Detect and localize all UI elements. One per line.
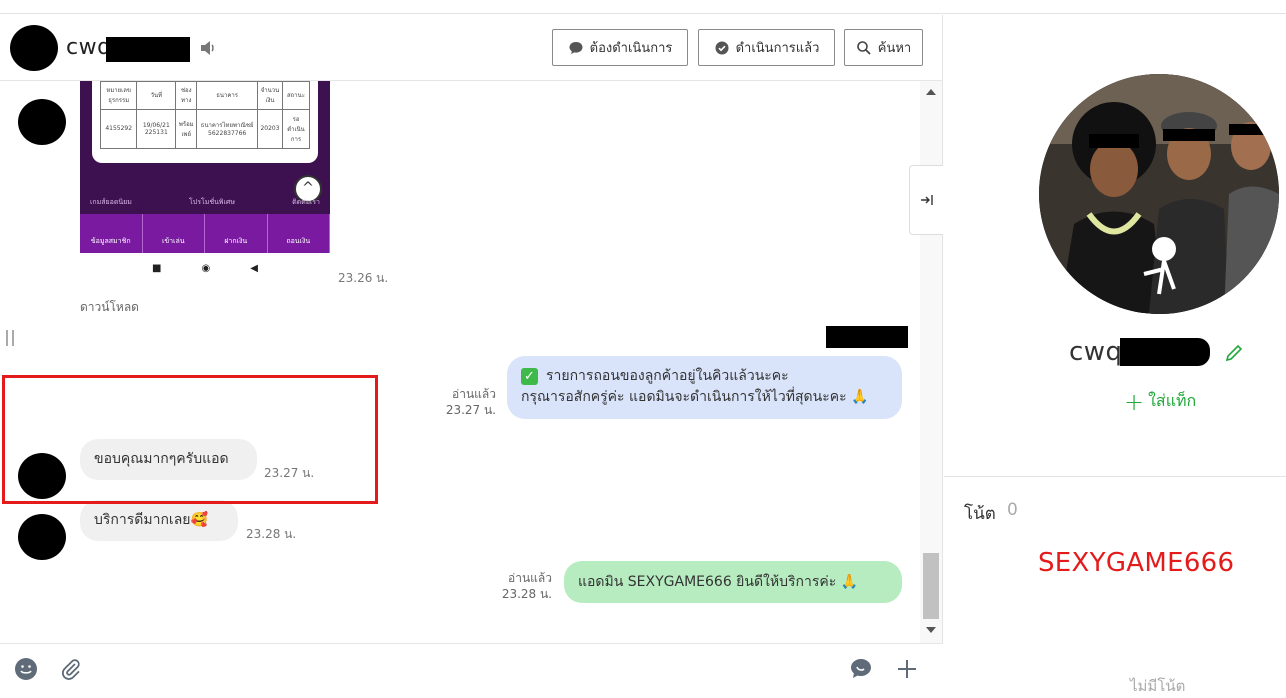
redaction-bar — [1120, 338, 1210, 366]
plus-icon: + — [1124, 387, 1145, 416]
plus-icon — [898, 660, 916, 678]
collapse-panel-icon — [920, 195, 933, 205]
note-annotation: SEXYGAME666 — [1038, 548, 1235, 578]
attach-button[interactable] — [58, 656, 84, 682]
contact-name[interactable]: cwq — [66, 35, 112, 60]
message-time: 23.28 น. — [501, 587, 552, 601]
profile-name: cwq — [1069, 337, 1123, 367]
screenshot-tab: ฝากเงิน — [205, 214, 268, 253]
circle-icon: ◉ — [201, 262, 211, 274]
read-receipt: อ่านแล้ว 23.28 น. — [496, 570, 552, 602]
divider — [944, 476, 1286, 477]
incoming-message[interactable]: บริการดีมากเลย🥰 — [80, 500, 238, 541]
emoji-button[interactable] — [13, 656, 39, 682]
message-time: 23.27 น. — [445, 403, 496, 417]
scroll-down-arrow-icon[interactable] — [926, 627, 936, 633]
screenshot-menu-item: เกมส์ยอดนิยม — [90, 198, 132, 206]
todo-label: ต้องดำเนินการ — [589, 41, 673, 56]
done-label: ดำเนินการแล้ว — [735, 41, 820, 56]
back-icon: ◀ — [250, 262, 258, 274]
table-cell: จำนวนเงิน — [256, 81, 284, 110]
screenshot-table: หมายเลขธุรกรรม วันที่ ช่องทาง ธนาคาร จำน… — [99, 81, 310, 150]
square-icon: ■ — [152, 262, 162, 274]
speaker-icon[interactable] — [199, 39, 217, 57]
chat-icon — [851, 659, 871, 678]
table-cell: วันที่ — [136, 81, 177, 110]
table-cell: 20203 — [256, 108, 284, 150]
chat-header: cwq ต้องดำเนินการ ดำเนินการแล้ว ค้นหา — [0, 15, 943, 81]
check-box-icon: ✓ — [521, 368, 538, 385]
read-receipt: อ่านแล้ว 23.27 น. — [440, 386, 496, 418]
table-cell: พร้อมเพย์ — [175, 108, 198, 150]
search-button[interactable]: ค้นหา — [844, 29, 923, 66]
search-label: ค้นหา — [877, 41, 912, 56]
outgoing-message[interactable]: แอดมิน SEXYGAME666 ยินดีให้บริการค่ะ 🙏 — [564, 561, 902, 603]
contact-avatar[interactable] — [10, 25, 58, 71]
table-cell: สถานะ — [282, 81, 310, 110]
more-button[interactable] — [894, 656, 920, 682]
note-count: 0 — [1007, 500, 1018, 520]
profile-photo-image — [1039, 74, 1279, 314]
pencil-icon[interactable] — [1224, 343, 1244, 363]
done-button[interactable]: ดำเนินการแล้ว — [698, 29, 835, 66]
table-cell: ช่องทาง — [175, 81, 198, 110]
note-label: โน้ต — [964, 504, 996, 524]
highlight-box — [2, 375, 378, 504]
image-message[interactable]: หมายเลขธุรกรรม วันที่ ช่องทาง ธนาคาร จำน… — [80, 81, 330, 283]
message-text: กรุณารอสักครู่ค่ะ แอดมินจะดำเนินการให้ไว… — [521, 389, 869, 405]
chat-panel: cwq ต้องดำเนินการ ดำเนินการแล้ว ค้นหา หม… — [0, 15, 943, 694]
redaction-bar — [826, 326, 908, 348]
scroll-thumb[interactable] — [923, 553, 939, 619]
message-list: หมายเลขธุรกรรม วันที่ ช่องทาง ธนาคาร จำน… — [0, 81, 920, 643]
redaction-bar — [106, 37, 190, 62]
quick-reply-button[interactable] — [848, 656, 874, 682]
message-text: รายการถอนของลูกค้าอยู่ในคิวแล้วนะคะ — [546, 368, 789, 384]
add-tag-button[interactable]: + ใส่แท็ก — [1124, 389, 1196, 414]
outgoing-message[interactable]: ✓ รายการถอนของลูกค้าอยู่ในคิวแล้วนะคะ กร… — [507, 356, 902, 419]
speech-bubble-icon — [569, 41, 583, 54]
profile-photo[interactable] — [1039, 74, 1279, 314]
screenshot-tabbar: ข้อมูลสมาชิก เข้าเล่น ฝากเงิน ถอนเงิน — [80, 214, 330, 253]
sender-avatar[interactable] — [18, 99, 66, 145]
paperclip-icon — [62, 659, 80, 680]
screenshot-card: หมายเลขธุรกรรม วันที่ ช่องทาง ธนาคาร จำน… — [92, 81, 318, 163]
table-cell: ธนาคารไทยพาณิชย์ 5622837766 — [196, 108, 258, 150]
check-bubble-icon — [715, 41, 729, 54]
screenshot-menu-item: ติดต่อเรา — [292, 198, 320, 206]
resize-handle[interactable] — [6, 330, 14, 346]
screenshot-tab: ถอนเงิน — [268, 214, 330, 253]
screenshot-tab: ข้อมูลสมาชิก — [80, 214, 143, 253]
screenshot-navbar: ■ ◉ ◀ — [80, 253, 330, 283]
read-label: อ่านแล้ว — [452, 387, 496, 401]
table-cell: 4155292 — [99, 108, 138, 150]
top-strip — [0, 0, 1286, 14]
table-cell: รอดำเนินการ — [282, 108, 310, 150]
add-tag-label: ใส่แท็ก — [1148, 391, 1197, 410]
sender-avatar[interactable] — [18, 514, 66, 560]
search-icon — [856, 40, 871, 55]
message-line: ✓ รายการถอนของลูกค้าอยู่ในคิวแล้วนะคะ — [521, 366, 888, 387]
screenshot-menu-item: โปรโมชั่นพิเศษ — [189, 198, 235, 206]
screenshot-tab: เข้าเล่น — [143, 214, 205, 253]
scroll-up-arrow-icon[interactable] — [926, 89, 936, 95]
collapse-panel-button[interactable] — [909, 165, 943, 235]
table-cell: ธนาคาร — [196, 81, 258, 110]
table-cell: หมายเลขธุรกรรม — [99, 81, 138, 110]
download-link[interactable]: ดาวน์โหลด — [80, 298, 139, 317]
read-label: อ่านแล้ว — [508, 571, 552, 585]
table-cell: 19/06/21 225131 — [136, 108, 177, 150]
screenshot-menu: เกมส์ยอดนิยม โปรโมชั่นพิเศษ ติดต่อเรา — [90, 197, 320, 208]
emoji-icon — [15, 658, 37, 680]
profile-panel: cwq + ใส่แท็ก โน้ต 0 SEXYGAME666 ไม่มีโน… — [944, 15, 1286, 695]
message-composer — [0, 643, 943, 694]
message-time: 23.26 น. — [338, 271, 389, 285]
screenshot-image: หมายเลขธุรกรรม วันที่ ช่องทาง ธนาคาร จำน… — [80, 81, 330, 253]
no-note-text: ไม่มีโน้ต — [1130, 677, 1186, 695]
message-time: 23.28 น. — [246, 527, 297, 541]
todo-button[interactable]: ต้องดำเนินการ — [552, 29, 688, 66]
